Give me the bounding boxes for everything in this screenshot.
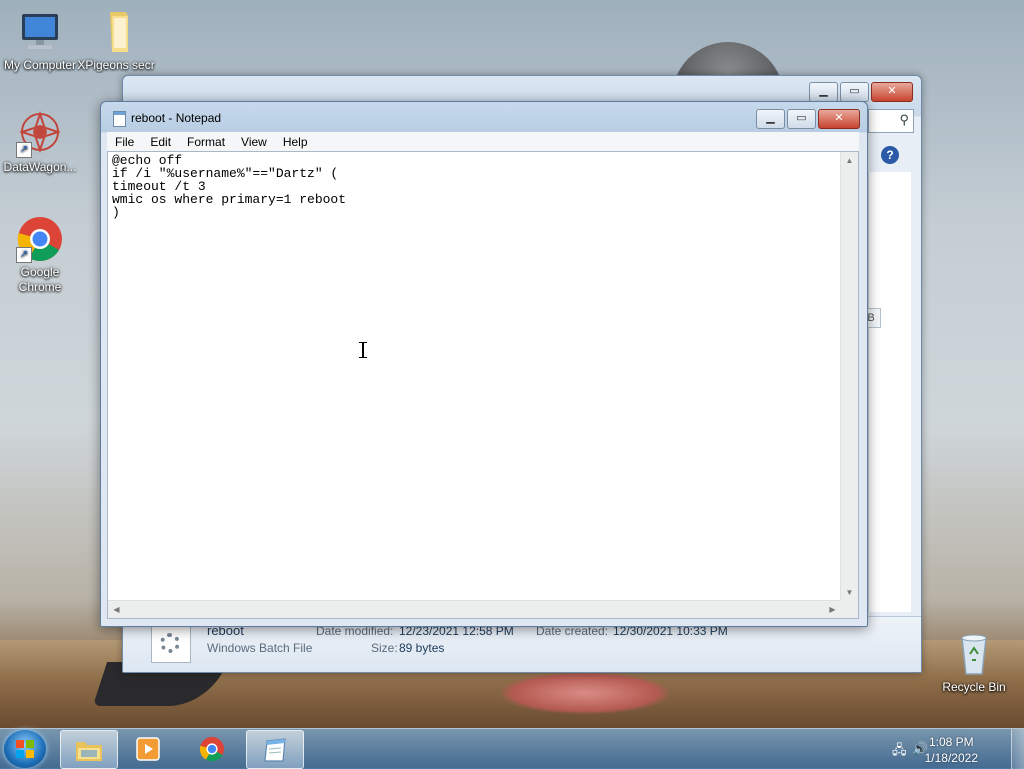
network-icon[interactable]: 🖧	[892, 741, 908, 757]
menu-edit[interactable]: Edit	[142, 135, 179, 149]
maximize-button[interactable]: ▭	[787, 109, 816, 129]
clock-date: 1/18/2022	[924, 751, 978, 765]
taskbar-media-player[interactable]	[120, 730, 176, 767]
vertical-scrollbar[interactable]: ▲ ▼	[840, 152, 858, 601]
notepad-caption-buttons: ▁ ▭ ✕	[756, 109, 860, 129]
details-size-label: Size:	[371, 641, 398, 655]
help-icon[interactable]: ?	[881, 146, 899, 164]
taskbar: 🖧 🔊 1:08 PM 1/18/2022	[0, 728, 1024, 769]
close-button[interactable]: ✕	[818, 109, 860, 129]
taskbar-notepad[interactable]	[246, 730, 304, 769]
taskbar-explorer[interactable]	[60, 730, 118, 769]
minimize-button[interactable]: ▁	[756, 109, 785, 129]
shortcut-arrow-icon: ↗	[16, 142, 32, 158]
window-title: reboot - Notepad	[131, 111, 222, 125]
clock[interactable]: 1:08 PM 1/18/2022	[925, 734, 978, 766]
search-icon: ⚲	[899, 112, 909, 127]
shortcut-arrow-icon: ↗	[16, 247, 32, 263]
menu-help[interactable]: Help	[275, 135, 316, 149]
batch-file-icon	[151, 625, 191, 663]
computer-icon	[16, 8, 64, 56]
recycle-bin-icon	[950, 630, 998, 678]
show-desktop-button[interactable]	[1011, 729, 1024, 769]
system-tray: 🖧 🔊 1:08 PM 1/18/2022	[884, 729, 1024, 769]
resize-grip[interactable]	[841, 601, 858, 618]
windows-logo-icon	[16, 740, 34, 758]
desktop-icon-datawagon[interactable]: ↗ DataWagon...	[0, 110, 80, 175]
details-file-type: Windows Batch File	[207, 641, 313, 655]
chrome-icon	[198, 736, 226, 762]
start-button[interactable]	[4, 730, 46, 768]
document-text[interactable]: @echo off if /i "%username%"=="Dartz" ( …	[112, 154, 840, 596]
desktop-icon-xpigeons[interactable]: XPigeons secr	[76, 8, 156, 73]
desktop-icon-label: XPigeons secr	[77, 58, 155, 72]
explorer-icon	[75, 737, 103, 763]
scroll-up-icon[interactable]: ▲	[841, 152, 858, 169]
explorer-content-pane	[868, 172, 911, 612]
datawagon-icon: ↗	[16, 110, 64, 158]
wallpaper-pigeon-foot	[500, 672, 670, 714]
notepad-window[interactable]: reboot - Notepad ▁ ▭ ✕ File Edit Format …	[100, 101, 868, 627]
notepad-icon	[261, 737, 289, 763]
menu-bar: File Edit Format View Help	[107, 132, 859, 151]
desktop-icon-label: Recycle Bin	[942, 680, 1006, 694]
menu-view[interactable]: View	[233, 135, 275, 149]
taskbar-chrome[interactable]	[184, 730, 240, 767]
menu-format[interactable]: Format	[179, 135, 233, 149]
notepad-icon	[113, 111, 126, 127]
chrome-icon: ↗	[16, 215, 64, 263]
minimize-button[interactable]: ▁	[809, 82, 838, 102]
folder-icon	[92, 8, 140, 56]
desktop-icon-google-chrome[interactable]: ↗ Google Chrome	[0, 215, 80, 295]
explorer-caption-buttons: ▁ ▭ ✕	[809, 82, 913, 102]
desktop-icon-my-computer[interactable]: My Computer	[0, 8, 80, 73]
horizontal-scrollbar[interactable]: ◀ ▶	[108, 600, 841, 618]
scroll-down-icon[interactable]: ▼	[841, 584, 858, 601]
menu-file[interactable]: File	[107, 135, 142, 149]
desktop-icon-recycle-bin[interactable]: Recycle Bin	[934, 630, 1014, 695]
clock-time: 1:08 PM	[928, 735, 974, 749]
scroll-left-icon[interactable]: ◀	[108, 601, 125, 618]
desktop-icon-label: My Computer	[3, 58, 77, 72]
desktop-icon-label: DataWagon...	[3, 160, 77, 174]
desktop-icon-label: Google Chrome	[18, 265, 62, 294]
close-button[interactable]: ✕	[871, 82, 913, 102]
media-player-icon	[134, 736, 162, 762]
explorer-search-box[interactable]: ⚲	[868, 109, 914, 133]
details-size-value: 89 bytes	[399, 641, 445, 655]
maximize-button[interactable]: ▭	[840, 82, 869, 102]
text-editor[interactable]: @echo off if /i "%username%"=="Dartz" ( …	[107, 151, 859, 619]
text-cursor-icon	[359, 342, 367, 358]
scroll-right-icon[interactable]: ▶	[824, 601, 841, 618]
